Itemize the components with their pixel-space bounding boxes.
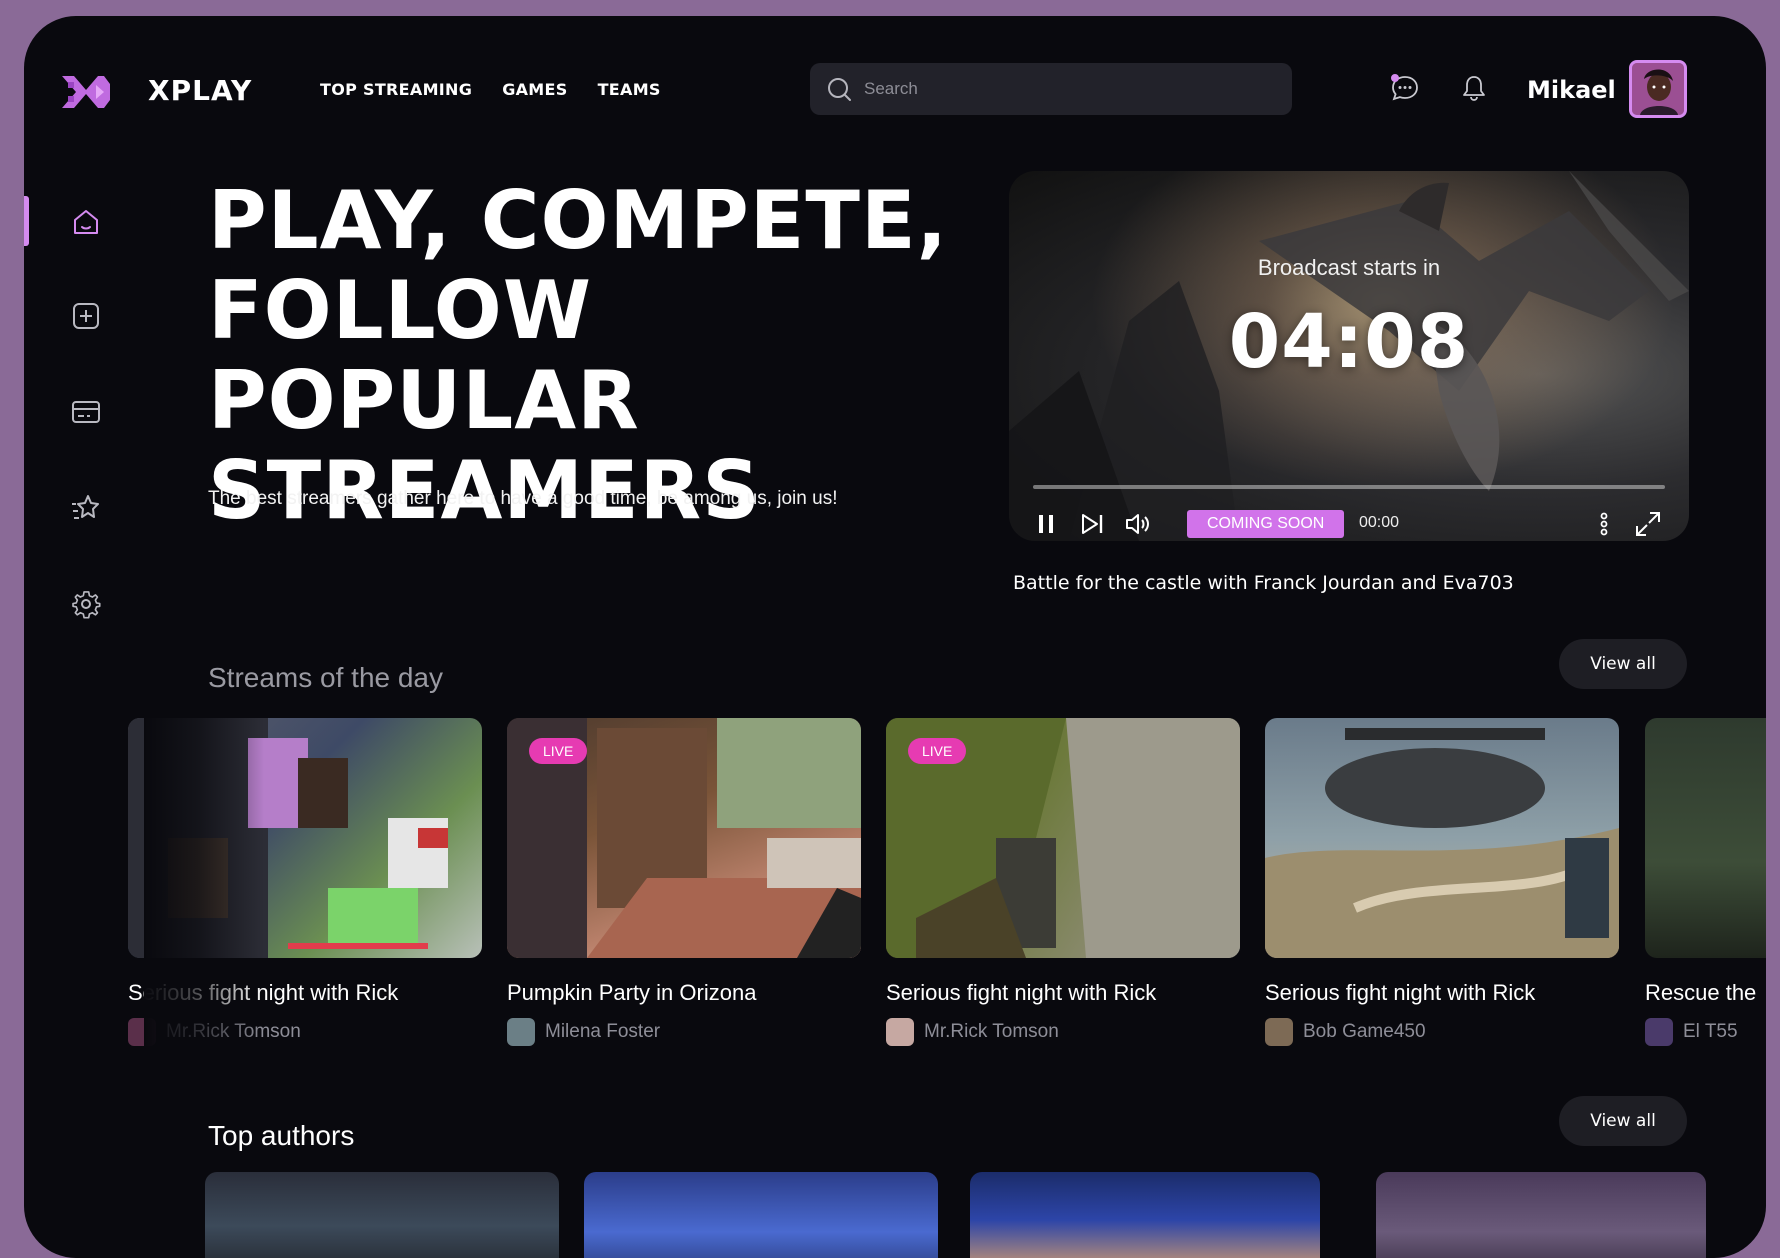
search-input[interactable] [864, 79, 1264, 99]
video-player[interactable]: Broadcast starts in 04:08 COMING SOON 00… [1009, 171, 1689, 541]
fullscreen-icon[interactable] [1633, 509, 1663, 539]
hero-title-line-2: FOLLOW POPULAR [208, 264, 640, 447]
pause-icon[interactable] [1031, 509, 1061, 539]
author-name: Mr.Rick Tomson [924, 1021, 1059, 1042]
chat-icon[interactable] [1390, 73, 1420, 103]
author-avatar [128, 1018, 156, 1046]
search-icon [828, 78, 851, 101]
gear-icon[interactable] [70, 588, 102, 620]
sidebar-active-indicator [24, 196, 29, 246]
stream-card-author[interactable]: El T55 [1645, 1018, 1766, 1046]
author-name: Milena Foster [545, 1021, 661, 1042]
stream-card[interactable]: LIVE Serious fight night with Rick Mr.Ri… [886, 718, 1240, 1046]
nav-teams[interactable]: TEAMS [598, 80, 661, 99]
stream-thumbnail[interactable]: LIVE [507, 718, 861, 958]
authors-view-all-button[interactable]: View all [1559, 1096, 1687, 1146]
stream-card[interactable]: Rescue the El T55 [1645, 718, 1766, 1046]
video-caption[interactable]: Battle for the castle with Franck Jourda… [1013, 572, 1514, 594]
stream-thumbnail[interactable] [1265, 718, 1619, 958]
video-time: 00:00 [1359, 514, 1400, 531]
author-card[interactable] [584, 1172, 938, 1258]
stream-card-author[interactable]: Milena Foster [507, 1018, 861, 1046]
live-badge: LIVE [908, 738, 967, 764]
stars-icon[interactable] [70, 492, 102, 524]
volume-icon[interactable] [1123, 509, 1153, 539]
stream-card-title[interactable]: Serious fight night with Rick [128, 980, 482, 1006]
stream-card[interactable]: Serious fight night with Rick Mr.Rick To… [128, 718, 482, 1046]
author-avatar [1645, 1018, 1673, 1046]
hero-title: PLAY, COMPETE, FOLLOW POPULAR STREAMERS [208, 176, 1008, 536]
user-avatar[interactable] [1629, 60, 1687, 118]
nav-games[interactable]: GAMES [502, 80, 567, 99]
nav-top-streaming[interactable]: TOP STREAMING [320, 80, 472, 99]
stream-thumbnail[interactable] [128, 718, 482, 958]
coming-soon-badge: COMING SOON [1187, 510, 1345, 538]
main-nav: TOP STREAMING GAMES TEAMS [320, 80, 661, 99]
author-name: Bob Game450 [1303, 1021, 1426, 1042]
app-window: XPLAY TOP STREAMING GAMES TEAMS Mikael [24, 16, 1766, 1258]
countdown-timer: 04:08 [1228, 299, 1470, 385]
author-name: Mr.Rick Tomson [166, 1021, 301, 1042]
author-avatar [507, 1018, 535, 1046]
streams-section-title: Streams of the day [208, 662, 444, 693]
author-card[interactable] [1376, 1172, 1706, 1258]
stream-card[interactable]: Serious fight night with Rick Bob Game45… [1265, 718, 1619, 1046]
stream-card[interactable]: LIVE Pumpkin Party in Orizona Milena Fos… [507, 718, 861, 1046]
streams-view-all-button[interactable]: View all [1559, 639, 1687, 689]
stream-thumbnail[interactable]: LIVE [886, 718, 1240, 958]
stream-card-author[interactable]: Mr.Rick Tomson [886, 1018, 1240, 1046]
stream-card-author[interactable]: Mr.Rick Tomson [128, 1018, 482, 1046]
stream-thumbnail[interactable] [1645, 718, 1766, 958]
author-avatar [1265, 1018, 1293, 1046]
plus-square-icon[interactable] [70, 300, 102, 332]
authors-section-title: Top authors [208, 1120, 355, 1151]
brand-name[interactable]: XPLAY [148, 74, 252, 107]
stream-card-title[interactable]: Serious fight night with Rick [1265, 980, 1619, 1006]
author-card[interactable] [970, 1172, 1320, 1258]
username[interactable]: Mikael [1527, 76, 1616, 104]
live-badge: LIVE [529, 738, 588, 764]
author-card[interactable] [205, 1172, 559, 1258]
search-bar[interactable] [810, 63, 1292, 115]
broadcast-label: Broadcast starts in [1257, 255, 1441, 280]
author-name: El T55 [1683, 1021, 1738, 1042]
card-icon[interactable] [70, 396, 102, 428]
video-progress-track[interactable] [1033, 485, 1665, 489]
stream-card-title[interactable]: Serious fight night with Rick [886, 980, 1240, 1006]
more-vertical-icon[interactable] [1589, 509, 1619, 539]
author-avatar [886, 1018, 914, 1046]
hero-title-line-1: PLAY, COMPETE, [208, 174, 949, 267]
bell-icon[interactable] [1459, 73, 1489, 103]
stream-card-title[interactable]: Rescue the [1645, 980, 1766, 1006]
stream-card-title[interactable]: Pumpkin Party in Orizona [507, 980, 861, 1006]
home-icon[interactable] [70, 206, 102, 238]
xplay-logo-icon[interactable] [60, 70, 112, 114]
skip-next-icon[interactable] [1077, 509, 1107, 539]
stream-card-author[interactable]: Bob Game450 [1265, 1018, 1619, 1046]
hero-subtitle: The best streamers gather here to have a… [208, 488, 838, 509]
